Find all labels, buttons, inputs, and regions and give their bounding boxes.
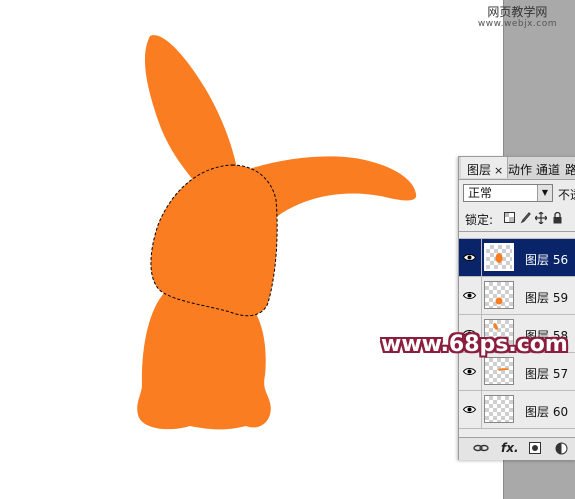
tab-layers-label: 图层 bbox=[467, 163, 492, 177]
chevron-down-icon[interactable]: ▼ bbox=[537, 185, 552, 201]
lock-row: 锁定: bbox=[463, 211, 575, 227]
blend-mode-select[interactable]: 正常 ▼ bbox=[463, 184, 553, 202]
tab-actions[interactable]: 动作 bbox=[508, 161, 532, 178]
layer-thumbnail bbox=[484, 357, 514, 385]
lock-move-icon[interactable] bbox=[534, 211, 548, 225]
layers-panel: 图层× 动作 通道 路 正常 ▼ 不透 锁定: bbox=[458, 156, 575, 460]
blend-mode-value: 正常 bbox=[468, 186, 493, 200]
link-icon[interactable] bbox=[473, 442, 489, 457]
eye-icon bbox=[463, 292, 476, 299]
layer-thumbnail bbox=[484, 395, 514, 423]
panel-tab-bar: 图层 × 动作 通道 路 bbox=[459, 157, 575, 180]
lock-paint-icon[interactable] bbox=[519, 212, 531, 224]
layer-thumbnail bbox=[484, 281, 514, 309]
eye-icon bbox=[463, 254, 476, 261]
layer-thumbnail bbox=[484, 243, 514, 271]
bunny-artwork bbox=[137, 35, 417, 430]
eye-icon bbox=[463, 406, 476, 413]
layer-row[interactable]: 图层 60 bbox=[459, 391, 575, 429]
opacity-label: 不透 bbox=[558, 188, 575, 202]
lock-label: 锁定: bbox=[465, 213, 494, 227]
layer-row[interactable]: 图层 57 bbox=[459, 353, 575, 391]
mask-icon[interactable] bbox=[529, 442, 541, 457]
layer-row[interactable]: 图层 59 bbox=[459, 277, 575, 315]
eye-icon bbox=[463, 368, 476, 375]
layer-row-partial bbox=[459, 429, 575, 432]
tab-close-icon[interactable]: × bbox=[494, 164, 503, 177]
fx-icon[interactable]: fx. bbox=[501, 442, 519, 455]
bunny-head[interactable] bbox=[150, 165, 278, 316]
lock-transparent-icon[interactable] bbox=[503, 212, 515, 224]
visibility-toggle[interactable] bbox=[459, 239, 482, 276]
adjustment-icon[interactable] bbox=[555, 442, 568, 458]
tab-paths[interactable]: 路 bbox=[565, 161, 575, 178]
visibility-toggle[interactable] bbox=[459, 391, 482, 428]
panel-footer: fx. bbox=[459, 437, 575, 460]
layer-name: 图层 56 bbox=[525, 253, 569, 267]
layer-name: 图层 60 bbox=[525, 405, 569, 419]
layer-name: 图层 59 bbox=[525, 291, 569, 305]
visibility-toggle[interactable] bbox=[459, 277, 482, 314]
layer-row-partial bbox=[459, 232, 575, 239]
lock-all-icon[interactable] bbox=[551, 211, 563, 224]
tab-channels[interactable]: 通道 bbox=[536, 161, 560, 178]
layer-name: 图层 57 bbox=[525, 367, 569, 381]
tab-layers[interactable]: 图层 × bbox=[461, 157, 509, 178]
site-watermark-bottom: www.68ps.com bbox=[381, 332, 568, 357]
visibility-toggle[interactable] bbox=[459, 353, 482, 390]
layer-row[interactable]: 图层 56 bbox=[459, 239, 575, 277]
